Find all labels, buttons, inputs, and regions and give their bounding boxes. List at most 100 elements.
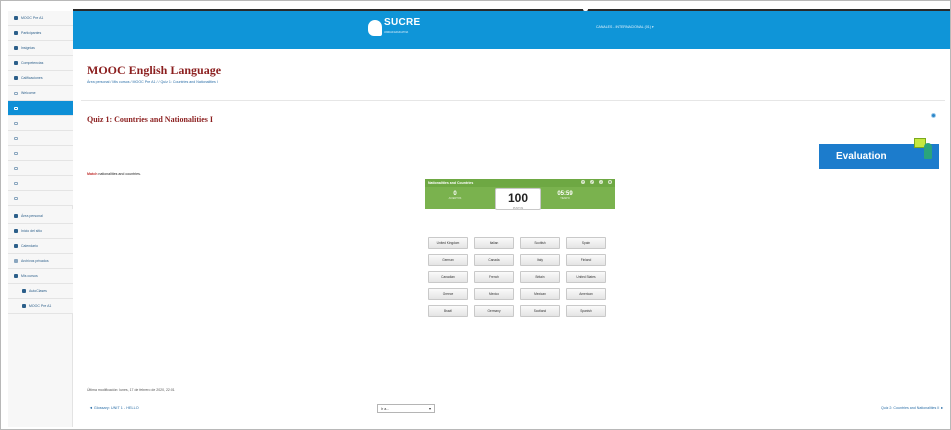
sidebar-item-label: AutoClases: [29, 289, 47, 293]
evaluation-banner: Evaluation: [819, 138, 939, 169]
check-icon: [14, 61, 18, 65]
top-navbar: SUCRE UNIDAD EDUCATIVA CANALES - INTERNA…: [73, 8, 950, 49]
sidebar-item[interactable]: Mis cursos: [8, 269, 73, 284]
next-activity-link[interactable]: Quiz 2: Countries and Nationalities II ►: [881, 406, 944, 410]
answer-card[interactable]: Scottish: [520, 237, 560, 249]
matching-game: Nationalities and Countries ? ⤢ ♪ ⚙ 0 AC…: [425, 179, 615, 210]
sidebar-item-label: Mis cursos: [21, 274, 38, 278]
folder-icon: [14, 196, 18, 200]
sidebar-item[interactable]: Archivos privados: [8, 254, 73, 269]
sidebar-item[interactable]: AutoClases: [8, 284, 73, 299]
jump-to-select[interactable]: Ir a... ▾: [377, 404, 435, 413]
home-icon: [14, 214, 18, 218]
answer-card[interactable]: Italian: [474, 237, 514, 249]
answer-card[interactable]: Britain: [520, 271, 560, 283]
sidebar-item[interactable]: Inicio del sitio: [8, 224, 73, 239]
calendar-icon: [14, 244, 18, 248]
answer-card[interactable]: Mexico: [474, 288, 514, 300]
sidebar-item[interactable]: [8, 131, 73, 146]
sidebar-item[interactable]: Competencias: [8, 56, 73, 71]
sidebar-item-label: Competencias: [21, 61, 44, 65]
answer-card[interactable]: United States: [566, 271, 606, 283]
folder-icon: [14, 181, 18, 185]
answer-card[interactable]: American: [566, 288, 606, 300]
game-title: Nationalities and Countries: [428, 181, 474, 185]
last-modified: Última modificación: lunes, 17 de febrer…: [87, 388, 175, 392]
teacher-board-icon: [911, 134, 933, 160]
gear-icon[interactable]: [931, 113, 936, 118]
previous-activity-link[interactable]: ◄ Glossary: UNIT 1 - HELLO: [89, 406, 139, 410]
folder-icon: [14, 166, 18, 170]
answer-card[interactable]: German: [428, 254, 468, 266]
sidebar-item-label: Welcome: [21, 91, 36, 95]
course-title: MOOC English Language: [87, 63, 222, 77]
sidebar-item-label: Participantes: [21, 31, 42, 35]
folder-icon: [14, 91, 18, 95]
house-icon: [14, 229, 18, 233]
sidebar-item-label: Archivos privados: [21, 259, 49, 263]
browser-top-strip: [73, 9, 950, 11]
answer-card[interactable]: Brazil: [428, 305, 468, 317]
timer: 05:59 TIEMPO: [557, 191, 573, 200]
answer-card[interactable]: United Kingdom: [428, 237, 468, 249]
sidebar-item[interactable]: [8, 161, 73, 176]
users-icon: [14, 31, 18, 35]
sidebar-item-label: Área personal: [21, 214, 43, 218]
answer-card[interactable]: Spanish: [566, 305, 606, 317]
help-icon[interactable]: ?: [581, 180, 585, 184]
graduation-cap-icon: [14, 274, 18, 278]
instruction-keyword: Match: [87, 172, 98, 176]
answer-card[interactable]: Greece: [428, 288, 468, 300]
quiz-instructions: Match nationalities and countries.: [87, 172, 141, 176]
score-box: 100 PUNTOS: [495, 188, 541, 210]
chevron-down-icon: ▾: [428, 406, 431, 411]
user-menu[interactable]: CANALES - INTERNACIONAL (01) ▾: [596, 25, 654, 29]
site-logo[interactable]: SUCRE UNIDAD EDUCATIVA: [368, 18, 421, 38]
sidebar-item[interactable]: [8, 101, 73, 116]
answer-card[interactable]: Spain: [566, 237, 606, 249]
logo-tagline: UNIDAD EDUCATIVA: [384, 31, 409, 34]
sidebar-item[interactable]: Participantes: [8, 26, 73, 41]
file-icon: [14, 259, 18, 263]
answer-card[interactable]: Canada: [474, 254, 514, 266]
answer-card[interactable]: Italy: [520, 254, 560, 266]
fullscreen-icon[interactable]: ⤢: [590, 180, 594, 184]
scroll-indicator: [583, 8, 588, 11]
sidebar-item[interactable]: MOOC Pre A1: [8, 11, 73, 26]
game-header: Nationalities and Countries ? ⤢ ♪ ⚙: [425, 179, 615, 187]
graduation-cap-icon: [14, 16, 18, 20]
sidebar-item-label: Calendario: [21, 244, 38, 248]
settings-icon[interactable]: ⚙: [608, 180, 612, 184]
breadcrumb[interactable]: Área personal / Mis cursos / MOOC Pre A1…: [87, 80, 218, 84]
answer-card[interactable]: Finland: [566, 254, 606, 266]
sidebar-item-label: Inicio del sitio: [21, 229, 43, 233]
answer-card[interactable]: French: [474, 271, 514, 283]
answer-card[interactable]: Scotland: [520, 305, 560, 317]
graduation-cap-icon: [22, 304, 26, 308]
sidebar-item-label: MOOC Pre A1: [21, 16, 44, 20]
sidebar-item[interactable]: [8, 116, 73, 131]
logo-mark-icon: [368, 20, 382, 36]
sound-icon[interactable]: ♪: [599, 180, 603, 184]
sidebar-item[interactable]: Calificaciones: [8, 71, 73, 86]
answer-card[interactable]: Canadian: [428, 271, 468, 283]
answer-card[interactable]: Mexican: [520, 288, 560, 300]
page-title: Quiz 1: Countries and Nationalities I: [87, 115, 214, 124]
sidebar-item[interactable]: Calendario: [8, 239, 73, 254]
sidebar-item[interactable]: [8, 191, 73, 206]
sidebar-item[interactable]: Área personal: [8, 209, 73, 224]
hits-counter: 0 ACIERTOS: [448, 191, 462, 200]
divider: [81, 100, 945, 101]
sidebar-item[interactable]: Welcome: [8, 86, 73, 101]
sidebar-item[interactable]: Insignias: [8, 41, 73, 56]
evaluation-label: Evaluation: [836, 151, 887, 162]
sidebar-item[interactable]: [8, 176, 73, 191]
answer-card[interactable]: Germany: [474, 305, 514, 317]
sidebar-nav: MOOC Pre A1 Participantes Insignias Compete…: [8, 11, 73, 427]
sidebar-item[interactable]: MOOC Pre A1: [8, 299, 73, 314]
sidebar-item[interactable]: [8, 146, 73, 161]
game-toolbar: ? ⤢ ♪ ⚙: [581, 180, 612, 184]
folder-icon: [14, 106, 18, 110]
sidebar-item-label: Insignias: [21, 46, 35, 50]
grid-icon: [14, 76, 18, 80]
